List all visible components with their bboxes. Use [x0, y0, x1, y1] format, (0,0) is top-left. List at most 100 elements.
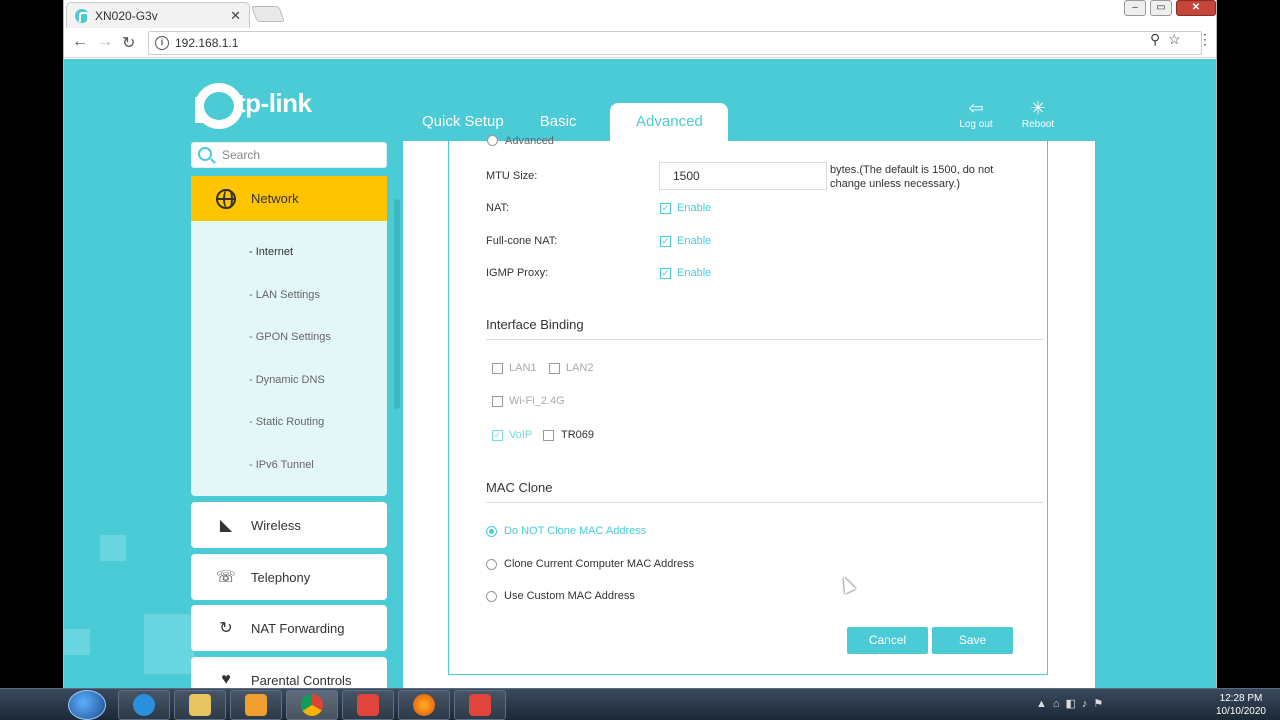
lan2-checkbox[interactable]: [549, 363, 560, 374]
url-text: 192.168.1.1: [175, 36, 239, 50]
top-navigation: Quick Setup Basic Advanced: [400, 103, 729, 141]
fullcone-nat-label: Full-cone NAT:: [486, 235, 558, 247]
taskbar-firefox[interactable]: [398, 690, 450, 720]
mtu-label: MTU Size:: [486, 170, 538, 182]
window-close-button[interactable]: ✕: [1176, 0, 1216, 16]
address-bar[interactable]: i 192.168.1.1: [148, 31, 1202, 55]
red-app-icon: [469, 694, 491, 716]
sidebar-item-wireless[interactable]: ◣ Wireless: [191, 502, 387, 548]
taskbar-media[interactable]: [230, 690, 282, 720]
tab-advanced[interactable]: Advanced: [610, 103, 729, 141]
sidebar-item-parental-controls[interactable]: ♥ Parental Controls: [191, 657, 387, 688]
browser-menu-icon[interactable]: ⋮: [1198, 31, 1212, 48]
heart-icon: ♥: [221, 671, 231, 688]
taskbar-chrome[interactable]: [286, 690, 338, 720]
media-player-icon: [245, 694, 267, 716]
wifi-label: Wi-Fi_2.4G: [509, 395, 565, 407]
key-icon[interactable]: ⚲: [1150, 31, 1160, 48]
start-button[interactable]: [68, 690, 106, 720]
wifi-icon: ◣: [219, 517, 233, 534]
mac-clone-current-label: Clone Current Computer MAC Address: [504, 558, 695, 570]
clock-date: 10/10/2020: [1215, 706, 1266, 717]
router-admin-page: tp-link Quick Setup Basic Advanced ⇦ Log…: [64, 59, 1216, 688]
sidebar-item-lan-settings[interactable]: - LAN Settings: [191, 274, 387, 317]
sidebar-item-ipv6-tunnel[interactable]: - IPv6 Tunnel: [191, 444, 387, 487]
sidebar-item-gpon-settings[interactable]: - GPON Settings: [191, 316, 387, 359]
content-panel: Advanced MTU Size: 1500 bytes.(The defau…: [403, 135, 1095, 688]
interface-binding-title: Interface Binding: [486, 317, 1043, 340]
wifi-checkbox[interactable]: [492, 396, 503, 407]
tab-strip: XN020-G3v ✕ – ▭ ✕: [64, 0, 1216, 28]
logo-text: tp-link: [237, 87, 312, 118]
sidebar-item-nat-forwarding[interactable]: ↻ NAT Forwarding: [191, 605, 387, 651]
mac-custom-radio[interactable]: [486, 591, 497, 602]
advanced-radio[interactable]: [487, 135, 498, 146]
mac-clone-title: MAC Clone: [486, 480, 1043, 503]
lan1-label: LAN1: [509, 362, 537, 374]
voip-checkbox[interactable]: ✓: [492, 430, 503, 441]
lan1-checkbox[interactable]: [492, 363, 503, 374]
sidebar-item-internet[interactable]: - Internet: [191, 231, 387, 274]
advanced-label: Advanced: [505, 135, 554, 147]
taskbar-explorer[interactable]: [174, 690, 226, 720]
logout-label: Log out: [959, 119, 993, 130]
browser-tab[interactable]: XN020-G3v ✕: [66, 2, 250, 28]
mtu-size-input[interactable]: 1500: [659, 162, 827, 190]
window-controls: – ▭ ✕: [1124, 0, 1216, 16]
voip-label: VoIP: [509, 429, 533, 441]
tplink-favicon-icon: [75, 8, 89, 23]
fullcone-enable-checkbox[interactable]: ✓: [660, 236, 671, 247]
igmp-enable-checkbox[interactable]: ✓: [660, 268, 671, 279]
search-icon: [198, 147, 212, 161]
internet-explorer-icon: [133, 694, 155, 716]
red-app-icon: [357, 694, 379, 716]
site-info-icon[interactable]: i: [155, 36, 169, 50]
reboot-icon: ✳: [1030, 98, 1046, 118]
save-button[interactable]: Save: [932, 627, 1013, 654]
new-tab-button[interactable]: [251, 6, 285, 22]
search-placeholder: Search: [222, 148, 261, 162]
tr069-label: TR069: [561, 429, 595, 441]
mac-no-clone-label: Do NOT Clone MAC Address: [504, 525, 647, 537]
decor-square: [64, 629, 90, 655]
sidebar-item-label: Network: [251, 191, 299, 206]
sidebar-scrollbar[interactable]: [394, 199, 400, 409]
minimize-button[interactable]: –: [1124, 0, 1146, 16]
nat-enable-label: Enable: [677, 202, 712, 214]
fullcone-enable-label: Enable: [677, 235, 712, 247]
sidebar-item-telephony[interactable]: ☏ Telephony: [191, 554, 387, 600]
sidebar-item-label: Wireless: [251, 517, 301, 533]
sidebar-item-network[interactable]: Network: [191, 176, 387, 221]
logout-button[interactable]: ⇦ Log out: [951, 97, 1001, 130]
taskbar-app-red-2[interactable]: [454, 690, 506, 720]
mac-clone-current-radio[interactable]: [486, 559, 497, 570]
nat-icon: ↻: [219, 620, 233, 637]
mac-no-clone-radio[interactable]: [486, 526, 497, 537]
tr069-checkbox[interactable]: [543, 430, 554, 441]
forward-icon[interactable]: →: [97, 33, 113, 51]
sidebar-item-label: Telephony: [251, 569, 311, 585]
reload-icon[interactable]: ↻: [122, 33, 135, 53]
taskbar-ie[interactable]: [118, 690, 170, 720]
igmp-proxy-label: IGMP Proxy:: [486, 267, 549, 279]
bookmark-star-icon[interactable]: ☆: [1168, 31, 1181, 48]
windows-taskbar: ▲⌂◧♪⚑ 12:28 PM 10/10/2020: [0, 688, 1280, 720]
sidebar-item-dynamic-dns[interactable]: - Dynamic DNS: [191, 359, 387, 402]
nat-enable-checkbox[interactable]: ✓: [660, 203, 671, 214]
decor-square: [100, 535, 126, 561]
system-tray-icons[interactable]: ▲⌂◧♪⚑: [1036, 697, 1109, 710]
search-input[interactable]: Search: [191, 142, 387, 168]
cancel-button[interactable]: Cancel: [847, 627, 928, 654]
browser-toolbar: ← → ↻ i 192.168.1.1 ⚲ ☆ ⋮: [64, 28, 1216, 58]
maximize-button[interactable]: ▭: [1150, 0, 1172, 16]
clock[interactable]: 12:28 PM 10/10/2020: [1216, 692, 1266, 718]
sidebar-item-label: Parental Controls: [251, 672, 352, 688]
sidebar-item-label: NAT Forwarding: [251, 620, 345, 636]
tab-close-icon[interactable]: ✕: [230, 8, 241, 24]
lan2-label: LAN2: [566, 362, 594, 374]
tab-title: XN020-G3v: [95, 8, 158, 23]
reboot-button[interactable]: ✳ Reboot: [1013, 97, 1063, 130]
back-icon[interactable]: ←: [72, 33, 88, 51]
taskbar-app-red-1[interactable]: [342, 690, 394, 720]
sidebar-item-static-routing[interactable]: - Static Routing: [191, 401, 387, 444]
